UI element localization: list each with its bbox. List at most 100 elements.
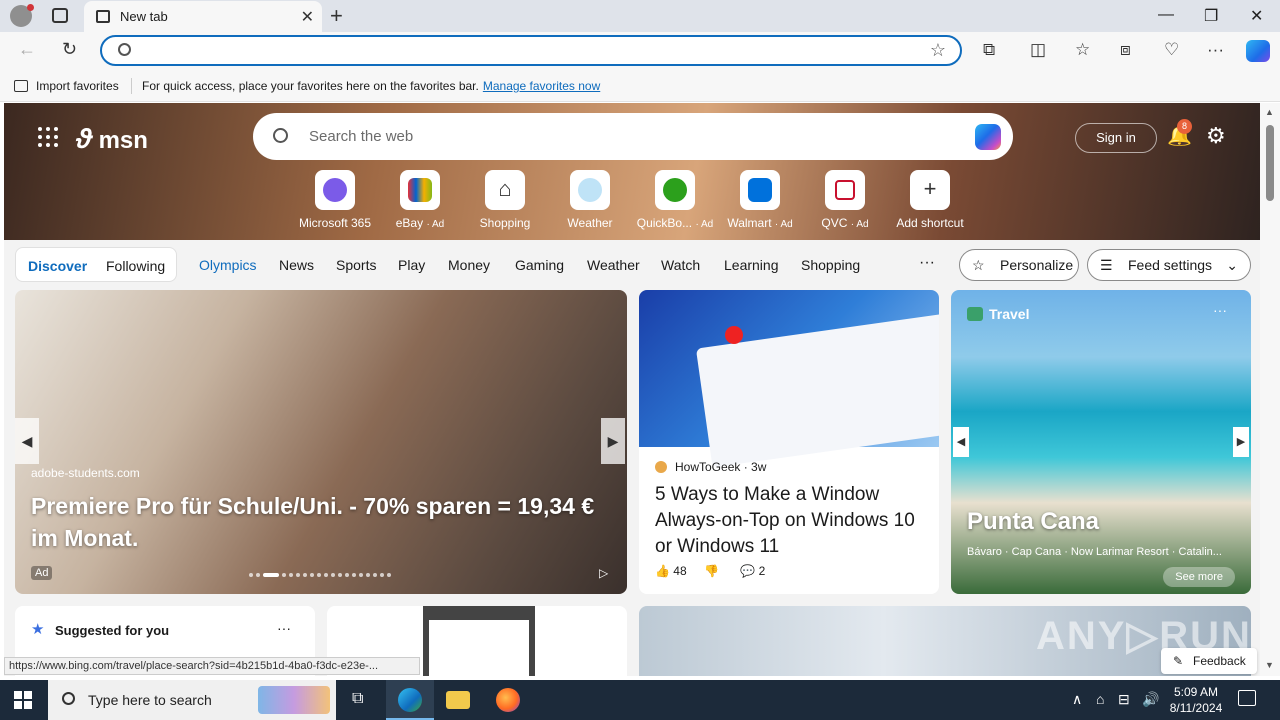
- ebay-icon: [400, 170, 440, 210]
- ad-badge: Ad: [31, 566, 53, 580]
- travel-icon: [967, 307, 983, 321]
- carousel-next-icon[interactable]: ▶: [1233, 427, 1249, 457]
- status-bar-url: https://www.bing.com/travel/place-search…: [4, 657, 420, 675]
- extensions-icon[interactable]: ⧉: [983, 40, 995, 60]
- favorite-star-icon[interactable]: ☆: [930, 40, 946, 61]
- favorites-icon[interactable]: ☆: [1075, 40, 1090, 60]
- copilot-icon[interactable]: [975, 124, 1001, 150]
- split-screen-icon[interactable]: ◫: [1030, 40, 1046, 60]
- comment-icon[interactable]: 💬: [740, 564, 755, 578]
- task-view-button[interactable]: ⧉: [336, 680, 384, 720]
- refresh-icon[interactable]: ↻: [62, 39, 77, 60]
- travel-card[interactable]: Travel ··· ◀ ▶ Punta Cana Bávaro · Cap C…: [951, 290, 1251, 594]
- tab-learning[interactable]: Learning: [724, 257, 779, 273]
- tab-gaming[interactable]: Gaming: [515, 257, 564, 273]
- tab-shopping[interactable]: Shopping: [801, 257, 860, 273]
- close-tab-icon[interactable]: ✕: [301, 7, 314, 27]
- qvc-icon: [825, 170, 865, 210]
- copilot-icon[interactable]: [1246, 40, 1270, 62]
- new-tab-button[interactable]: +: [330, 3, 343, 29]
- tab-new-tab[interactable]: New tab ✕: [84, 1, 322, 32]
- divider: [131, 78, 132, 94]
- carousel-next-icon[interactable]: ▶: [601, 418, 625, 464]
- tab-weather[interactable]: Weather: [587, 257, 640, 273]
- tray-overflow-icon[interactable]: ∧: [1072, 691, 1082, 708]
- feed-settings-button[interactable]: ☰ Feed settings ⌄: [1087, 249, 1251, 281]
- apps-launcher-icon[interactable]: [38, 127, 58, 147]
- browser-essentials-icon[interactable]: ♡: [1164, 40, 1179, 60]
- import-favorites-button[interactable]: Import favorites: [14, 79, 119, 93]
- article-title[interactable]: 5 Ways to Make a Window Always-on-Top on…: [655, 482, 927, 560]
- travel-title[interactable]: Punta Cana: [967, 508, 1099, 536]
- tab-actions-icon[interactable]: [52, 8, 68, 23]
- dislike-icon[interactable]: 👎: [704, 564, 719, 578]
- tab-play[interactable]: Play: [398, 257, 425, 273]
- manage-favorites-link[interactable]: Manage favorites now: [483, 79, 600, 93]
- tray-device-icon[interactable]: ⌂: [1096, 691, 1104, 707]
- more-menu-icon[interactable]: ···: [1207, 40, 1224, 60]
- settings-gear-icon[interactable]: ⚙: [1206, 123, 1226, 149]
- feed-settings-label: Feed settings: [1128, 257, 1213, 273]
- collections-icon[interactable]: ⧈: [1120, 40, 1131, 60]
- scroll-up-icon[interactable]: ▲: [1265, 107, 1274, 117]
- back-icon[interactable]: ←: [18, 39, 36, 60]
- web-search-box[interactable]: Search the web: [253, 113, 1013, 160]
- tab-olympics[interactable]: Olympics: [199, 257, 257, 273]
- shortcut-weather[interactable]: Weather: [547, 170, 633, 230]
- personalize-button[interactable]: ☆ Personalize: [959, 249, 1079, 281]
- restore-icon[interactable]: ❐: [1204, 6, 1218, 26]
- card-source: adobe-students.com: [31, 466, 140, 480]
- tab-news[interactable]: News: [279, 257, 314, 273]
- msn-logo[interactable]: ϑ msn: [76, 123, 148, 155]
- scroll-down-icon[interactable]: ▼: [1265, 660, 1274, 670]
- sign-in-button[interactable]: Sign in: [1075, 123, 1157, 153]
- more-tabs-button[interactable]: ···: [919, 254, 935, 272]
- shortcut-shopping[interactable]: ⌂ Shopping: [462, 170, 548, 230]
- card-more-icon[interactable]: ···: [277, 620, 291, 636]
- system-clock[interactable]: 5:09 AM 8/11/2024: [1168, 684, 1224, 716]
- page-scrollbar[interactable]: ▲ ▼: [1260, 103, 1280, 676]
- close-window-icon[interactable]: ✕: [1250, 6, 1263, 26]
- scrollbar-thumb[interactable]: [1266, 125, 1274, 201]
- shortcut-microsoft-365[interactable]: Microsoft 365: [292, 170, 378, 230]
- carousel-prev-icon[interactable]: ◀: [15, 418, 39, 464]
- adchoices-icon[interactable]: ▷: [599, 566, 608, 580]
- hero-ad-card[interactable]: ◀ ▶ adobe-students.com Premiere Pro für …: [15, 290, 627, 594]
- firefox-icon: [496, 688, 520, 712]
- notifications-icon[interactable]: [1238, 690, 1256, 706]
- card-title[interactable]: Premiere Pro für Schule/Uni. - 70% spare…: [31, 490, 611, 554]
- tab-following[interactable]: Following: [106, 258, 165, 274]
- personalize-star-icon: ☆: [972, 257, 985, 273]
- card-more-icon[interactable]: ···: [1213, 302, 1227, 318]
- tab-discover[interactable]: Discover: [28, 258, 87, 274]
- tab-watch[interactable]: Watch: [661, 257, 700, 273]
- address-bar[interactable]: ☆: [100, 35, 962, 66]
- travel-subtitle: Bávaro · Cap Cana · Now Larimar Resort ·…: [967, 546, 1222, 558]
- minimize-icon[interactable]: —: [1158, 6, 1174, 24]
- like-icon[interactable]: 👍: [655, 564, 670, 578]
- taskbar-firefox[interactable]: [484, 680, 532, 720]
- shortcut-ebay[interactable]: eBay · Ad: [377, 170, 463, 230]
- title-bar: New tab ✕ + — ❐ ✕: [0, 0, 1280, 32]
- windows-start-icon[interactable]: [14, 691, 32, 709]
- plus-icon: +: [910, 170, 950, 210]
- profile-avatar[interactable]: [10, 4, 34, 27]
- taskbar-file-explorer[interactable]: [434, 680, 482, 720]
- taskbar-edge[interactable]: [386, 680, 434, 720]
- shortcut-walmart[interactable]: Walmart · Ad: [717, 170, 803, 230]
- carousel-prev-icon[interactable]: ◀: [953, 427, 969, 457]
- shortcut-add[interactable]: + Add shortcut: [887, 170, 973, 230]
- search-icon: [273, 128, 288, 143]
- tab-sports[interactable]: Sports: [336, 257, 376, 273]
- feedback-button[interactable]: ✎ Feedback: [1161, 648, 1257, 674]
- ad-label: · Ad: [850, 219, 869, 230]
- shortcut-qvc[interactable]: QVC · Ad: [802, 170, 888, 230]
- taskbar-search-box[interactable]: Type here to search: [48, 680, 336, 720]
- network-icon[interactable]: ⊟: [1118, 691, 1130, 708]
- shortcut-quickbooks[interactable]: QuickBo... · Ad: [632, 170, 718, 230]
- tab-money[interactable]: Money: [448, 257, 490, 273]
- shortcut-label: Weather: [567, 216, 613, 230]
- see-more-button[interactable]: See more: [1163, 567, 1235, 587]
- article-card[interactable]: HowToGeek · 3w 5 Ways to Make a Window A…: [639, 290, 939, 594]
- volume-icon[interactable]: 🔊: [1142, 691, 1159, 708]
